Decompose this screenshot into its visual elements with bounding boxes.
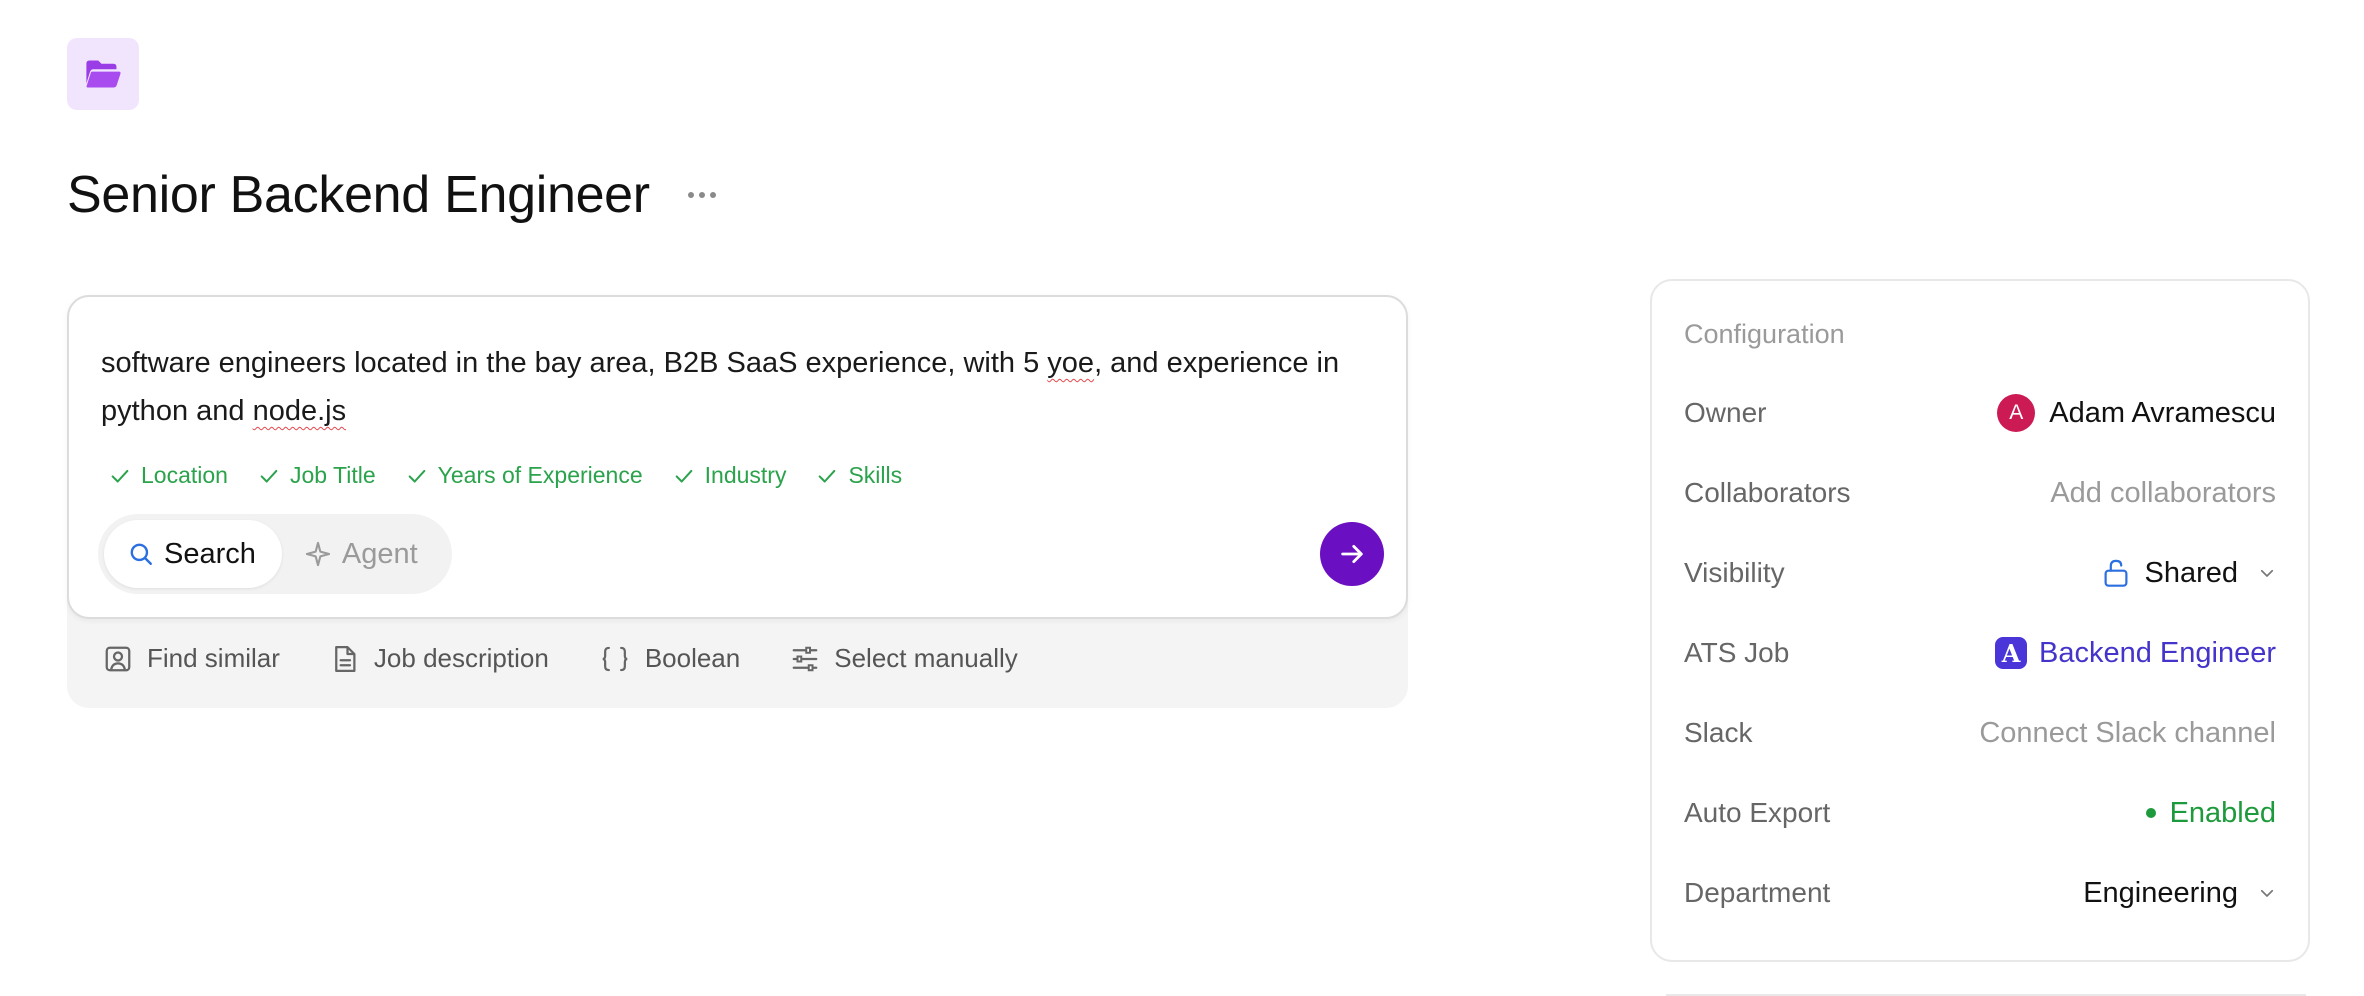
search-card: software engineers located in the bay ar…	[67, 295, 1408, 619]
department-row: Department Engineering	[1684, 869, 2276, 917]
search-icon	[130, 543, 152, 565]
more-dots-icon	[688, 192, 695, 198]
ats-job-row: ATS Job A Backend Engineer	[1684, 636, 2276, 670]
page-title: Senior Backend Engineer	[67, 166, 650, 224]
avatar: A	[1997, 394, 2036, 432]
owner-selector[interactable]: A Adam Avramescu	[1997, 394, 2276, 432]
ats-logo-icon: A	[1995, 637, 2027, 669]
status-dot-icon	[2145, 808, 2156, 818]
arrow-right-icon	[1341, 545, 1363, 563]
more-options-button[interactable]	[680, 175, 725, 215]
sparkle-icon	[305, 541, 331, 567]
detected-criteria: Location Job Title Years of Experience I…	[109, 462, 932, 489]
boolean-button[interactable]: Boolean	[599, 643, 740, 674]
criteria-industry: Industry	[673, 462, 786, 489]
owner-row: Owner A Adam Avramescu	[1684, 389, 2276, 437]
check-icon	[819, 469, 836, 483]
folder-badge	[67, 38, 139, 110]
mode-search-tab[interactable]: Search	[104, 520, 282, 588]
folder-open-icon	[86, 60, 121, 88]
connect-slack-button[interactable]: Connect Slack channel	[1979, 717, 2276, 750]
search-query-input[interactable]: software engineers located in the bay ar…	[101, 339, 1376, 435]
search-panel: software engineers located in the bay ar…	[67, 295, 1408, 708]
check-icon	[111, 469, 129, 483]
sliders-icon	[792, 646, 818, 671]
check-icon	[675, 469, 692, 483]
ats-job-link[interactable]: A Backend Engineer	[1995, 637, 2276, 670]
document-icon	[335, 645, 356, 672]
visibility-dropdown[interactable]: Shared	[2102, 557, 2276, 590]
title-row: Senior Backend Engineer	[67, 162, 725, 228]
job-description-button[interactable]: Job description	[330, 643, 549, 674]
configuration-panel: Configuration Owner A Adam Avramescu Col…	[1650, 279, 2310, 962]
check-icon	[408, 469, 425, 483]
criteria-location: Location	[109, 462, 228, 489]
auto-export-row: Auto Export Enabled	[1684, 796, 2276, 830]
braces-icon	[602, 646, 628, 671]
add-collaborators-button[interactable]: Add collaborators	[2050, 477, 2276, 510]
mode-toggle: Search Agent	[98, 514, 452, 594]
collaborators-row: Collaborators Add collaborators	[1684, 476, 2276, 510]
select-manually-button[interactable]: Select manually	[790, 643, 1018, 674]
check-icon	[260, 469, 278, 483]
search-tools: Find similar Job description Boolean Sel…	[103, 643, 1068, 674]
criteria-skills: Skills	[816, 462, 902, 489]
chevron-down-icon	[2260, 569, 2274, 577]
configuration-header: Configuration	[1684, 319, 1845, 349]
mode-agent-tab[interactable]: Agent	[282, 520, 446, 588]
department-dropdown[interactable]: Engineering	[2083, 877, 2276, 910]
visibility-row: Visibility Shared	[1684, 549, 2276, 597]
criteria-job-title: Job Title	[258, 462, 376, 489]
user-portrait-icon	[105, 646, 131, 671]
criteria-years-of-experience: Years of Experience	[406, 462, 643, 489]
unlock-icon	[2105, 559, 2128, 587]
slack-row: Slack Connect Slack channel	[1684, 716, 2276, 750]
chevron-down-icon	[2260, 889, 2274, 897]
submit-search-button[interactable]	[1320, 522, 1384, 586]
find-similar-button[interactable]: Find similar	[103, 643, 280, 674]
auto-export-status[interactable]: Enabled	[2145, 797, 2276, 830]
